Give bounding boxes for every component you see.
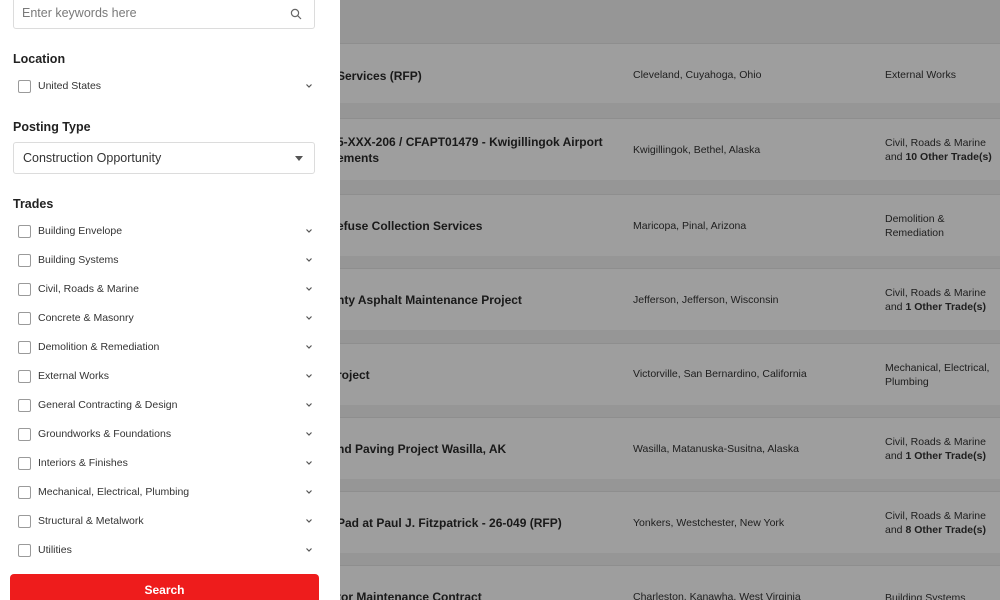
trade-option[interactable]: Concrete & Masonry — [18, 309, 316, 327]
posting-type-heading: Posting Type — [13, 120, 91, 134]
search-button[interactable]: Search — [10, 574, 319, 600]
trade-option[interactable]: Building Systems — [18, 251, 316, 269]
checkbox[interactable] — [18, 311, 31, 325]
checkbox[interactable] — [18, 224, 31, 238]
checkbox[interactable] — [18, 543, 31, 557]
trade-option[interactable]: Civil, Roads & Marine — [18, 280, 316, 298]
trade-option[interactable]: External Works — [18, 367, 316, 385]
checkbox[interactable] — [18, 340, 31, 354]
chevron-down-icon[interactable] — [304, 371, 314, 381]
chevron-down-icon[interactable] — [304, 516, 314, 526]
trade-option[interactable]: Groundworks & Foundations — [18, 425, 316, 443]
search-input[interactable] — [14, 0, 274, 28]
checkbox[interactable] — [18, 485, 31, 499]
trade-option[interactable]: Mechanical, Electrical, Plumbing — [18, 483, 316, 501]
chevron-down-icon[interactable] — [304, 81, 314, 91]
checkbox[interactable] — [18, 282, 31, 296]
chevron-down-icon[interactable] — [304, 313, 314, 323]
trade-option[interactable]: Interiors & Finishes — [18, 454, 316, 472]
caret-down-icon — [295, 155, 303, 161]
checkbox[interactable] — [18, 427, 31, 441]
trade-option[interactable]: General Contracting & Design — [18, 396, 316, 414]
trade-option[interactable]: Utilities — [18, 541, 316, 559]
location-option-united-states[interactable]: United States — [18, 77, 316, 95]
trades-heading: Trades — [13, 197, 54, 211]
chevron-down-icon[interactable] — [304, 284, 314, 294]
posting-type-select[interactable]: Construction Opportunity — [13, 142, 315, 174]
chevron-down-icon[interactable] — [304, 487, 314, 497]
trade-option[interactable]: Building Envelope — [18, 222, 316, 240]
location-heading: Location — [13, 52, 66, 66]
chevron-down-icon[interactable] — [304, 255, 314, 265]
trade-option[interactable]: Demolition & Remediation — [18, 338, 316, 356]
chevron-down-icon[interactable] — [304, 400, 314, 410]
checkbox[interactable] — [18, 456, 31, 470]
filter-sidebar: Location United States Posting Type Cons… — [0, 0, 340, 600]
trade-option[interactable]: Structural & Metalwork — [18, 512, 316, 530]
checkbox[interactable] — [18, 369, 31, 383]
search-icon[interactable] — [290, 8, 302, 20]
checkbox[interactable] — [18, 79, 31, 93]
chevron-down-icon[interactable] — [304, 342, 314, 352]
chevron-down-icon[interactable] — [304, 226, 314, 236]
chevron-down-icon[interactable] — [304, 429, 314, 439]
chevron-down-icon[interactable] — [304, 545, 314, 555]
search-field[interactable] — [13, 0, 315, 29]
checkbox[interactable] — [18, 398, 31, 412]
checkbox[interactable] — [18, 253, 31, 267]
checkbox[interactable] — [18, 514, 31, 528]
chevron-down-icon[interactable] — [304, 458, 314, 468]
